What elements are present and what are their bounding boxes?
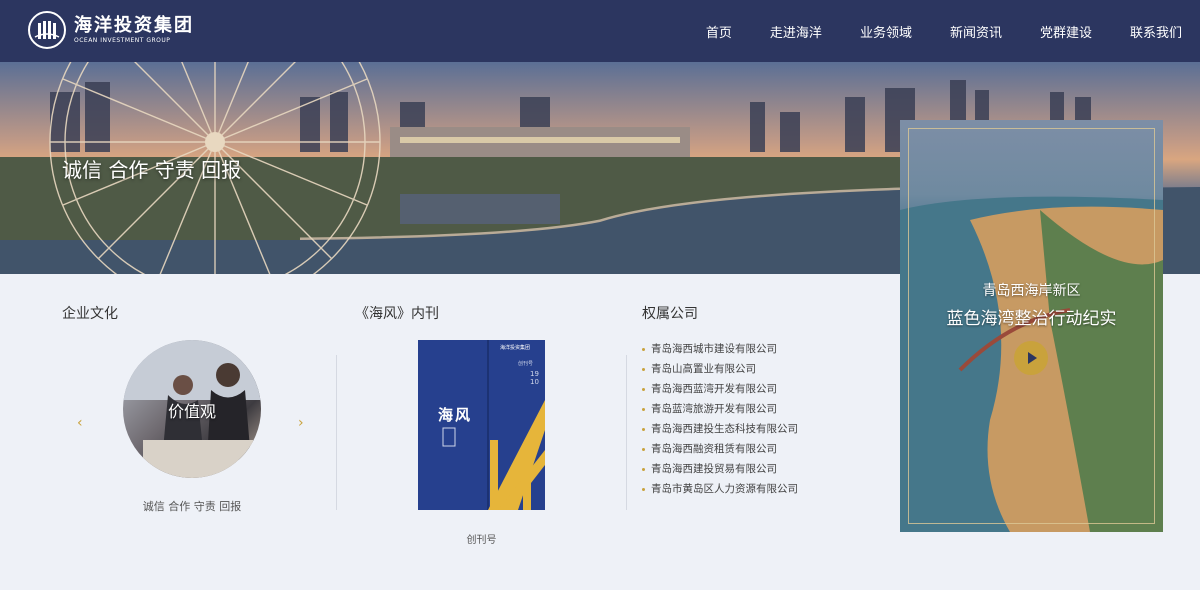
company-item[interactable]: 青岛海西蓝湾开发有限公司 <box>642 379 798 399</box>
nav-home[interactable]: 首页 <box>706 22 732 41</box>
magazine-cover[interactable]: 海洋投资集团 创刊号 19 10 海风 <box>418 340 545 510</box>
magazine-title: 《海风》内刊 <box>355 306 439 322</box>
logo-mark-icon <box>28 11 66 49</box>
culture-caption: 诚信 合作 守责 回报 <box>142 500 242 513</box>
company-item[interactable]: 青岛山高置业有限公司 <box>642 359 798 379</box>
section-divider <box>336 355 337 510</box>
company-item[interactable]: 青岛海西建投贸易有限公司 <box>642 459 798 479</box>
magazine-cover-num: 10 <box>530 378 539 386</box>
banner-slogan: 诚信 合作 守责 回报 <box>62 158 242 182</box>
circle-label: 价值观 <box>167 402 216 421</box>
section-divider <box>626 355 627 510</box>
magazine-cover-title: 海风 <box>438 406 473 424</box>
logo-cn-text: 海洋投资集团 <box>74 15 194 36</box>
magazine-cover-issue: 创刊号 <box>518 361 534 367</box>
companies-title: 权属公司 <box>642 306 698 322</box>
logo[interactable]: 海洋投资集团 OCEAN INVESTMENT GROUP <box>28 11 194 49</box>
nav-party[interactable]: 党群建设 <box>1040 22 1092 41</box>
chevron-left-icon[interactable]: ‹ <box>77 415 83 431</box>
feature-title: 蓝色海湾整治行动纪实 <box>946 309 1117 329</box>
nav-contact[interactable]: 联系我们 <box>1130 22 1182 41</box>
logo-en-text: OCEAN INVESTMENT GROUP <box>74 37 171 44</box>
company-item[interactable]: 青岛蓝湾旅游开发有限公司 <box>642 399 798 419</box>
chevron-right-icon[interactable]: › <box>298 415 304 431</box>
company-list: 青岛海西城市建设有限公司 青岛山高置业有限公司 青岛海西蓝湾开发有限公司 青岛蓝… <box>642 339 798 499</box>
feature-subtitle: 青岛西海岸新区 <box>982 283 1081 299</box>
magazine-cover-logo: 海洋投资集团 <box>500 345 531 351</box>
magazine-cover-year: 19 <box>530 370 539 378</box>
company-item[interactable]: 青岛海西城市建设有限公司 <box>642 339 798 359</box>
play-icon[interactable] <box>1014 341 1048 375</box>
culture-image[interactable]: 价值观 <box>123 340 261 478</box>
company-item[interactable]: 青岛市黄岛区人力资源有限公司 <box>642 479 798 499</box>
magazine-caption: 创刊号 <box>466 535 497 546</box>
nav-news[interactable]: 新闻资讯 <box>950 22 1002 41</box>
company-item[interactable]: 青岛海西融资租赁有限公司 <box>642 439 798 459</box>
top-header: 海洋投资集团 OCEAN INVESTMENT GROUP 首页 走进海洋 业务… <box>0 0 1200 62</box>
main-nav: 首页 走进海洋 业务领域 新闻资讯 党群建设 联系我们 <box>668 0 1182 62</box>
nav-business[interactable]: 业务领域 <box>860 22 912 41</box>
nav-about[interactable]: 走进海洋 <box>770 22 822 41</box>
culture-title: 企业文化 <box>62 306 118 322</box>
company-item[interactable]: 青岛海西建投生态科技有限公司 <box>642 419 798 439</box>
feature-video-card[interactable]: 青岛西海岸新区 蓝色海湾整治行动纪实 <box>900 120 1163 532</box>
